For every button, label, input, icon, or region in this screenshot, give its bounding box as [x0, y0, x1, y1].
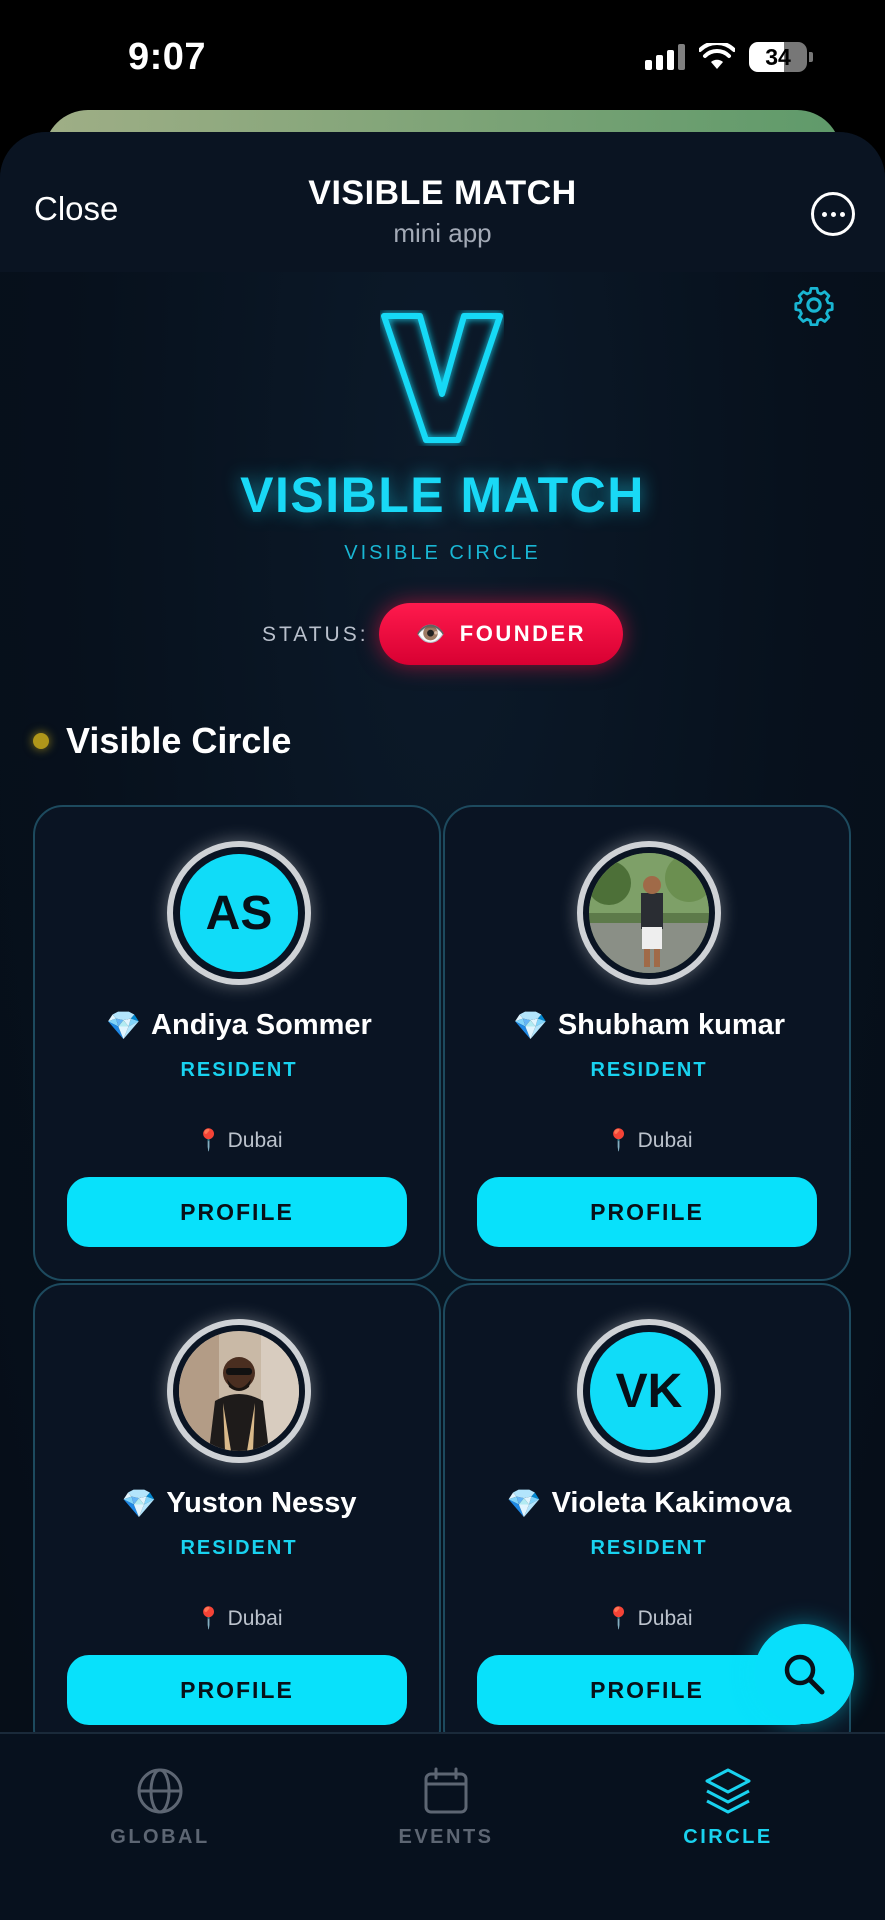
- member-role: RESIDENT: [590, 1059, 708, 1081]
- member-name-row: 💎 Violeta Kakimova: [445, 1487, 853, 1520]
- status-bar: 9:07 34: [0, 0, 885, 110]
- brand-subtitle: VISIBLE CIRCLE: [344, 542, 541, 564]
- nav-label: GLOBAL: [110, 1826, 210, 1848]
- avatar-photo: [179, 1331, 299, 1451]
- diamond-icon: 💎: [106, 1010, 142, 1041]
- member-card: 💎 Yuston Nessy RESIDENT 📍 Dubai PROFILE: [33, 1283, 441, 1759]
- location-text: Dubai: [637, 1607, 693, 1630]
- location-pin-icon: 📍: [605, 1129, 632, 1152]
- search-icon: [784, 1654, 825, 1695]
- section-indicator-dot: [33, 733, 49, 749]
- more-options-button[interactable]: [811, 192, 855, 236]
- location-text: Dubai: [227, 1129, 283, 1152]
- member-location: 📍 Dubai: [445, 1129, 853, 1153]
- app-subtitle: mini app: [393, 218, 492, 248]
- member-location: 📍 Dubai: [35, 1129, 443, 1153]
- member-name: Shubham kumar: [557, 1009, 786, 1041]
- nav-label: CIRCLE: [683, 1826, 773, 1848]
- profile-button[interactable]: PROFILE: [67, 1177, 407, 1247]
- status-badge-text: FOUNDER: [459, 621, 587, 646]
- eye-icon: 👁️: [415, 620, 446, 648]
- cellular-signal-icon: [645, 44, 685, 70]
- location-pin-icon: 📍: [605, 1607, 632, 1630]
- avatar[interactable]: VK: [577, 1319, 721, 1463]
- member-card: 💎 Shubham kumar RESIDENT 📍 Dubai PROFILE: [443, 805, 851, 1281]
- avatar[interactable]: AS: [167, 841, 311, 985]
- avatar[interactable]: [577, 841, 721, 985]
- member-location: 📍 Dubai: [35, 1607, 443, 1631]
- avatar[interactable]: [167, 1319, 311, 1463]
- member-name-row: 💎 Yuston Nessy: [35, 1487, 443, 1520]
- location-pin-icon: 📍: [195, 1129, 222, 1152]
- location-text: Dubai: [227, 1607, 283, 1630]
- sheet-header: Close VISIBLE MATCH mini app: [0, 132, 885, 272]
- bottom-nav: GLOBAL EVENTS CIRCLE: [0, 1732, 885, 1920]
- member-role: RESIDENT: [180, 1537, 298, 1559]
- member-name: Yuston Nessy: [166, 1487, 357, 1519]
- calendar-icon: [424, 1767, 468, 1814]
- more-dot: [839, 211, 845, 217]
- location-pin-icon: 📍: [195, 1607, 222, 1630]
- visible-match-logo: [381, 313, 503, 443]
- nav-item-circle[interactable]: CIRCLE: [638, 1766, 818, 1849]
- nav-item-events[interactable]: EVENTS: [356, 1766, 536, 1849]
- member-name-row: 💎 Shubham kumar: [445, 1009, 853, 1042]
- member-name: Andiya Sommer: [151, 1009, 372, 1041]
- section-title: Visible Circle: [66, 720, 292, 761]
- avatar-initials: VK: [590, 1332, 708, 1450]
- diamond-icon: 💎: [512, 1010, 548, 1041]
- avatar-initials: AS: [180, 854, 298, 972]
- profile-button[interactable]: PROFILE: [67, 1655, 407, 1725]
- globe-icon: [137, 1768, 183, 1814]
- mini-app-sheet: Close VISIBLE MATCH mini app VISIBLE MAT…: [0, 132, 885, 1920]
- nav-item-global[interactable]: GLOBAL: [70, 1766, 250, 1849]
- status-label: STATUS:: [262, 623, 369, 646]
- battery-icon: 34: [749, 42, 813, 72]
- search-button[interactable]: [754, 1624, 854, 1724]
- wifi-icon: [699, 43, 735, 69]
- more-dot: [821, 211, 827, 217]
- member-name-row: 💎 Andiya Sommer: [35, 1009, 443, 1042]
- avatar-photo: [589, 853, 709, 973]
- settings-gear-icon[interactable]: [793, 284, 835, 326]
- more-dot: [830, 211, 836, 217]
- status-icons: 34: [645, 42, 813, 72]
- member-role: RESIDENT: [180, 1059, 298, 1081]
- founder-status-badge: 👁️ FOUNDER: [379, 603, 623, 665]
- diamond-icon: 💎: [121, 1488, 157, 1519]
- layers-icon: [705, 1768, 751, 1814]
- member-name: Violeta Kakimova: [551, 1487, 792, 1519]
- member-role: RESIDENT: [590, 1537, 708, 1559]
- location-text: Dubai: [637, 1129, 693, 1152]
- status-time: 9:07: [128, 36, 207, 78]
- brand-title: VISIBLE MATCH: [240, 467, 645, 523]
- diamond-icon: 💎: [506, 1488, 542, 1519]
- app-title: VISIBLE MATCH: [308, 174, 577, 212]
- nav-label: EVENTS: [398, 1826, 494, 1848]
- member-card: AS 💎 Andiya Sommer RESIDENT 📍 Dubai PROF…: [33, 805, 441, 1281]
- profile-button[interactable]: PROFILE: [477, 1177, 817, 1247]
